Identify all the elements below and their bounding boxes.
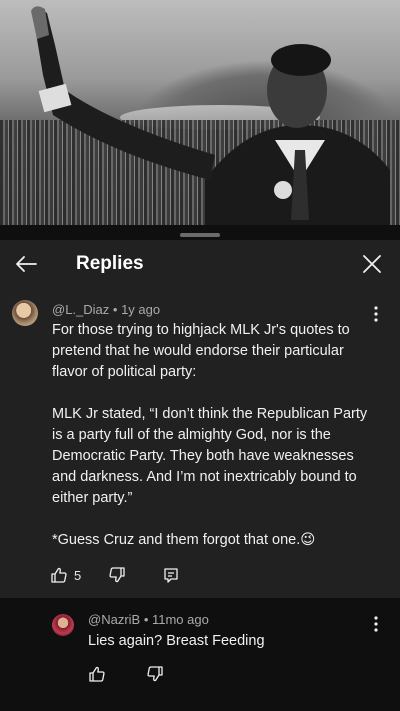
reply-card: @NazriB • 11mo ago Lies again? Breast Fe… — [0, 598, 400, 711]
meta-separator: • — [109, 302, 122, 317]
author-name[interactable]: @NazriB — [88, 612, 140, 627]
thumbs-down-icon — [147, 666, 163, 682]
comment-text: For those trying to highjack MLK Jr's qu… — [52, 322, 368, 548]
arrow-left-icon[interactable] — [12, 250, 40, 278]
comment-time: 1y ago — [121, 302, 161, 317]
more-vertical-icon[interactable] — [368, 304, 384, 324]
comment-time: 11mo ago — [151, 612, 209, 627]
like-button[interactable]: 5 — [50, 565, 81, 585]
avatar[interactable] — [12, 300, 38, 326]
comment-card: @L._Diaz • 1y ago For those trying to hi… — [0, 288, 400, 598]
meta-separator: • — [140, 612, 152, 627]
dislike-button[interactable] — [146, 664, 164, 684]
avatar[interactable] — [52, 614, 74, 636]
dislike-button[interactable] — [108, 565, 126, 585]
video-player[interactable] — [0, 0, 400, 225]
page-title: Replies — [76, 253, 144, 274]
like-count: 5 — [74, 567, 82, 583]
reply-icon — [164, 568, 178, 583]
drag-handle[interactable] — [180, 233, 220, 237]
author-name[interactable]: @L._Diaz — [52, 302, 109, 317]
replies-header: Replies — [0, 240, 400, 288]
thumbs-up-icon — [51, 567, 67, 583]
comment-meta: @NazriB • 11mo ago — [88, 612, 209, 627]
comment-text: Lies again? Breast Feeding — [88, 633, 265, 649]
thumbs-down-icon — [109, 567, 125, 583]
video-subject-figure — [205, 44, 390, 225]
close-icon[interactable] — [358, 250, 386, 278]
like-button[interactable] — [88, 664, 106, 684]
reply-button[interactable] — [162, 565, 180, 585]
video-subject-arm — [31, 6, 215, 180]
comment-meta: @L._Diaz • 1y ago — [52, 302, 160, 317]
thumbs-up-icon — [89, 666, 105, 682]
